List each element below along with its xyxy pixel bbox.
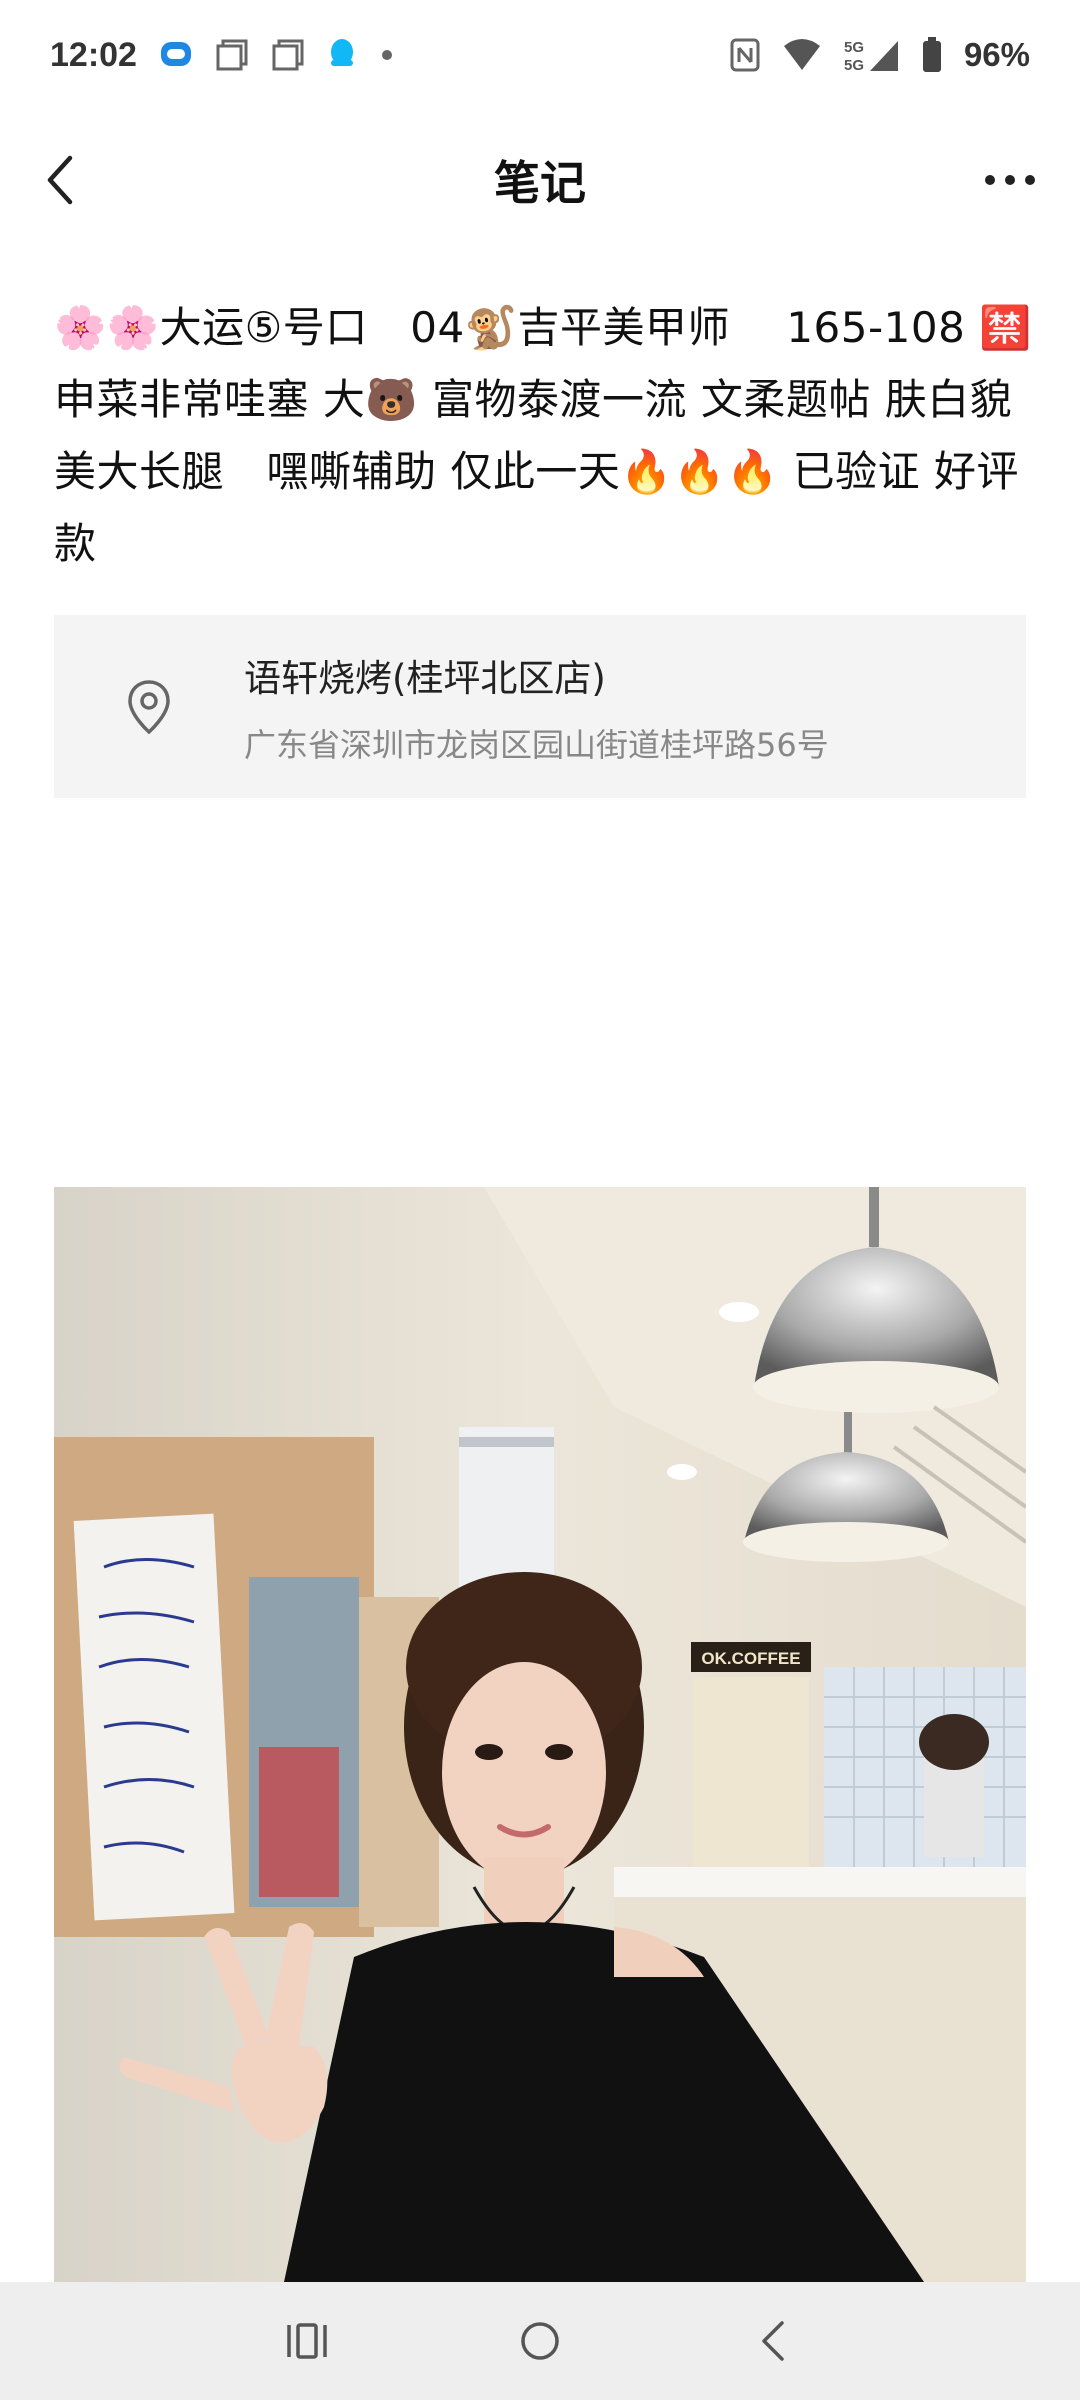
- recent-apps-button[interactable]: [262, 2296, 352, 2386]
- svg-text:5G: 5G: [844, 39, 864, 56]
- chat-bubble-icon: [159, 38, 193, 72]
- status-time: 12:02: [50, 35, 137, 74]
- location-address: 广东省深圳市龙岗区园山街道桂坪路56号: [244, 725, 829, 764]
- 5g-signal-icon: 5G 5G: [844, 37, 900, 73]
- location-pin-icon: [114, 679, 184, 735]
- recent-apps-icon: [286, 2323, 327, 2359]
- title-bar: 笔记: [0, 130, 1080, 230]
- page-title: 笔记: [494, 156, 586, 210]
- location-card[interactable]: 语轩烧烤(桂坪北区店) 广东省深圳市龙岗区园山街道桂坪路56号: [54, 615, 1026, 798]
- ok-coffee-sign: OK.COFFEE: [701, 1649, 800, 1668]
- nfc-icon: [730, 38, 760, 72]
- system-nav-bar: [0, 2282, 1080, 2400]
- note-photo[interactable]: OK.COFFEE: [54, 1187, 1026, 2282]
- svg-text:5G: 5G: [844, 57, 864, 73]
- note-body-text: 🌸🌸大运⑤号口 04🐒吉平美甲师 165-108 🈲 申菜非常哇塞 大🐻 富物泰…: [54, 303, 1080, 568]
- qq-penguin-icon: [327, 38, 357, 72]
- status-left: 12:02: [50, 36, 395, 75]
- status-right: 5G 5G 96%: [730, 36, 1030, 74]
- home-button[interactable]: [495, 2296, 585, 2386]
- dot-icon: [379, 47, 395, 63]
- battery-percentage: 96%: [963, 36, 1030, 73]
- wifi-icon: [782, 38, 822, 72]
- window-icon: [271, 38, 305, 72]
- location-name: 语轩烧烤(桂坪北区店): [244, 656, 606, 700]
- window-icon: [215, 38, 249, 72]
- system-back-button[interactable]: [728, 2296, 818, 2386]
- location-texts: 语轩烧烤(桂坪北区店) 广东省深圳市龙岗区园山街道桂坪路56号: [244, 648, 829, 766]
- back-chevron-icon: [762, 2321, 785, 2361]
- more-options-button[interactable]: [970, 150, 1050, 210]
- photo-illustration: OK.COFFEE: [54, 1187, 1026, 2282]
- battery-icon: [922, 37, 942, 73]
- status-bar: 12:02 5G 5G 96%: [0, 0, 1080, 110]
- more-dots-icon: [985, 175, 1035, 185]
- chevron-left-icon: [47, 155, 73, 205]
- home-circle-icon: [521, 2322, 559, 2360]
- back-button[interactable]: [30, 150, 90, 210]
